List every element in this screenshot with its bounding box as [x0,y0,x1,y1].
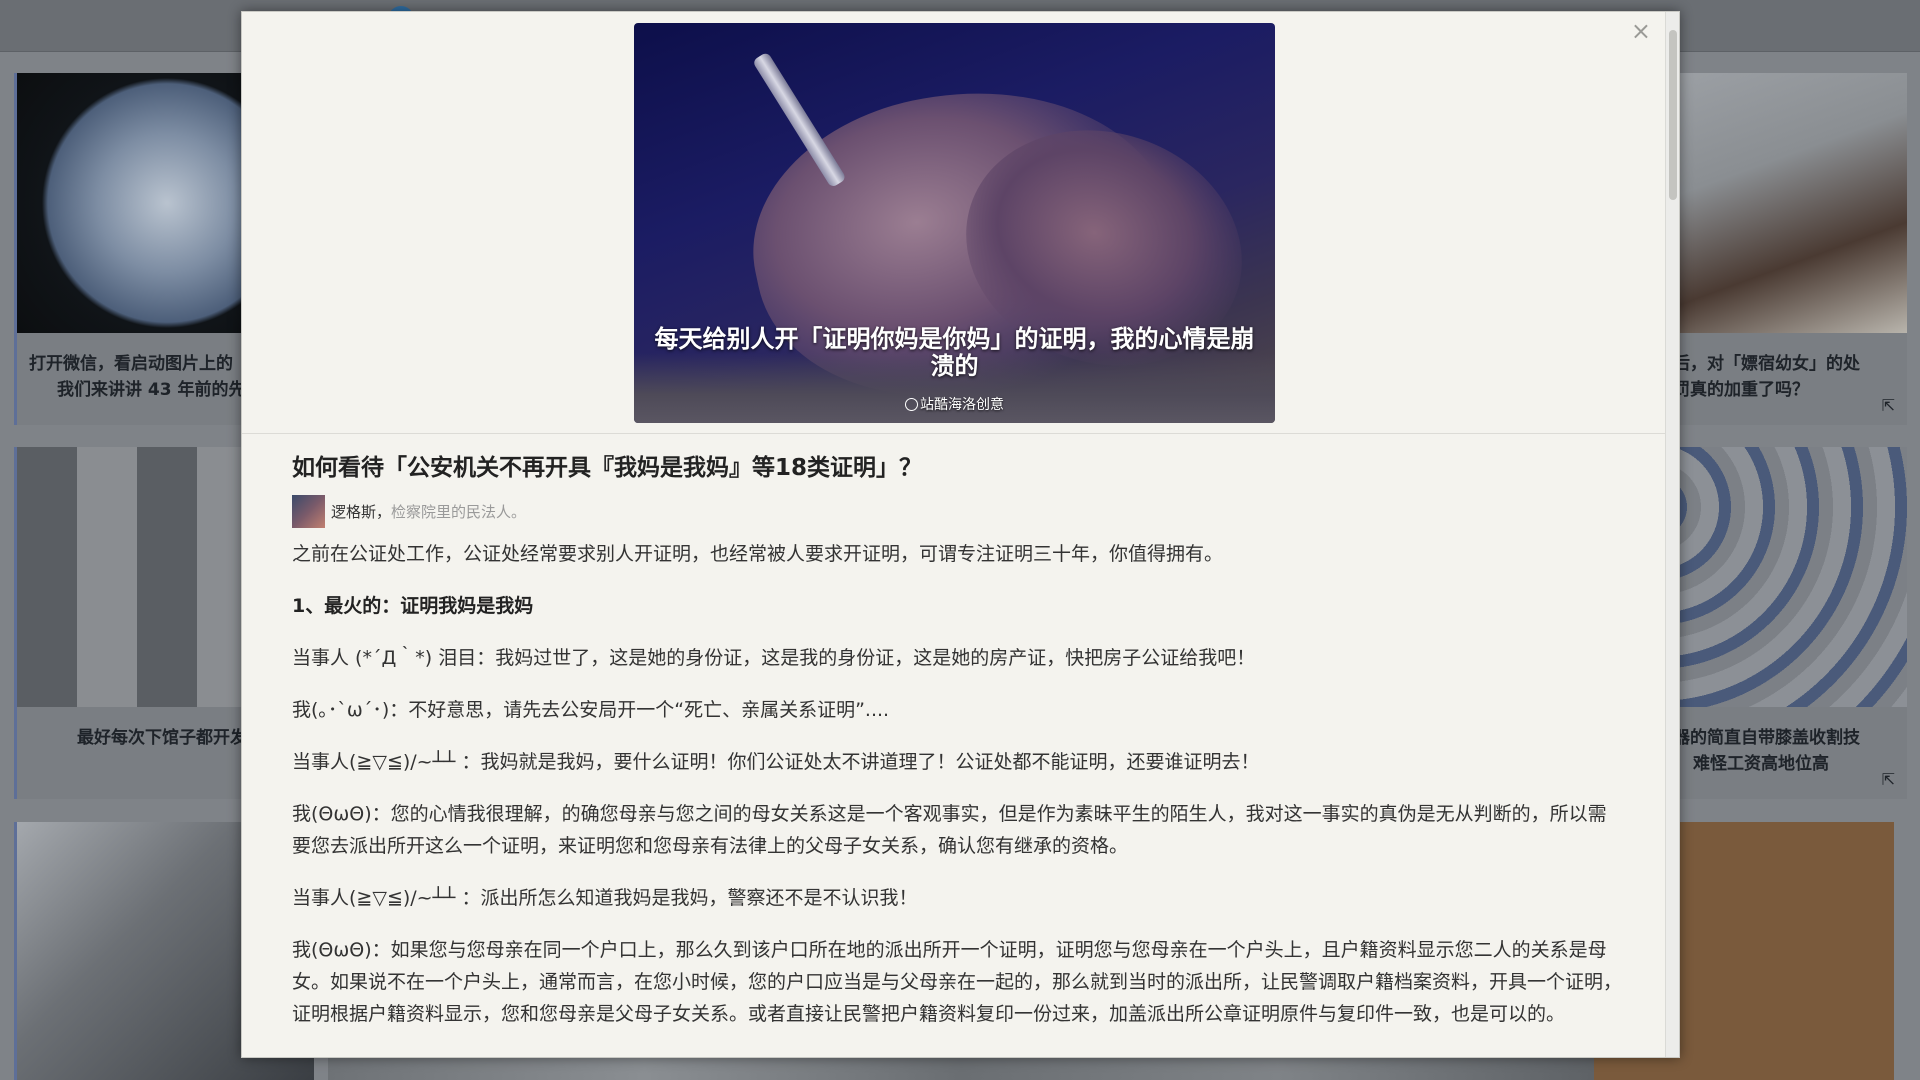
copyright-icon [905,398,918,411]
article-content: 如何看待「公安机关不再开具『我妈是我妈』等18类证明」？ 逻格斯，检察院里的民法… [292,452,1622,1050]
article-paragraph: 我(ΘωΘ)：您的心情我很理解，的确您母亲与您之间的母女关系这是一个客观事实，但… [292,803,1607,857]
article-paragraph: 当事人(≧▽≦)/~┴┴ ：派出所怎么知道我妈是我妈，警察还不是不认识我！ [292,887,918,909]
hero-credit-text: 站酷海洛创意 [920,397,1004,413]
article-paragraph: 我(｡･`ω´･)：不好意思，请先去公安局开一个“死亡、亲属关系证明”.... [292,699,890,721]
section-heading: 1、最火的：证明我妈是我妈 [292,595,534,617]
hero-image: 每天给别人开「证明你妈是你妈」的证明，我的心情是崩溃的 站酷海洛创意 [634,23,1275,423]
article-paragraph: 当事人(≧▽≦)/~┴┴ ：我妈就是我妈，要什么证明！你们公证处太不讲道理了！公… [292,751,1260,773]
article-modal: × 每天给别人开「证明你妈是你妈」的证明，我的心情是崩溃的 站酷海洛创意 如何看… [241,11,1680,1058]
scrollbar-thumb[interactable] [1669,30,1677,200]
author-name[interactable]: 逻格斯 [331,501,376,522]
divider [242,433,1665,434]
modal-scrollbar[interactable] [1665,12,1679,1057]
author-bio: 检察院里的民法人。 [391,502,527,521]
hero-credit: 站酷海洛创意 [634,394,1275,414]
article-paragraph: 之前在公证处工作，公证处经常要求别人开证明，也经常被人要求开证明，可谓专注证明三… [292,543,1224,565]
author-row: 逻格斯，检察院里的民法人。 [292,494,1622,528]
question-title[interactable]: 如何看待「公安机关不再开具『我妈是我妈』等18类证明」？ [292,452,1622,484]
hero-title: 每天给别人开「证明你妈是你妈」的证明，我的心情是崩溃的 [654,325,1255,380]
author-separator: ， [376,502,392,521]
article-paragraph: 当事人 (*´Д｀*) 泪目：我妈过世了，这是她的身份证，这是我的身份证，这是她… [292,647,1256,669]
close-icon[interactable]: × [1631,16,1651,46]
avatar[interactable] [292,494,325,528]
article-paragraph: 我(ΘωΘ)：如果您与您母亲在同一个户口上，那么久到该户口所在地的派出所开一个证… [292,939,1623,1025]
